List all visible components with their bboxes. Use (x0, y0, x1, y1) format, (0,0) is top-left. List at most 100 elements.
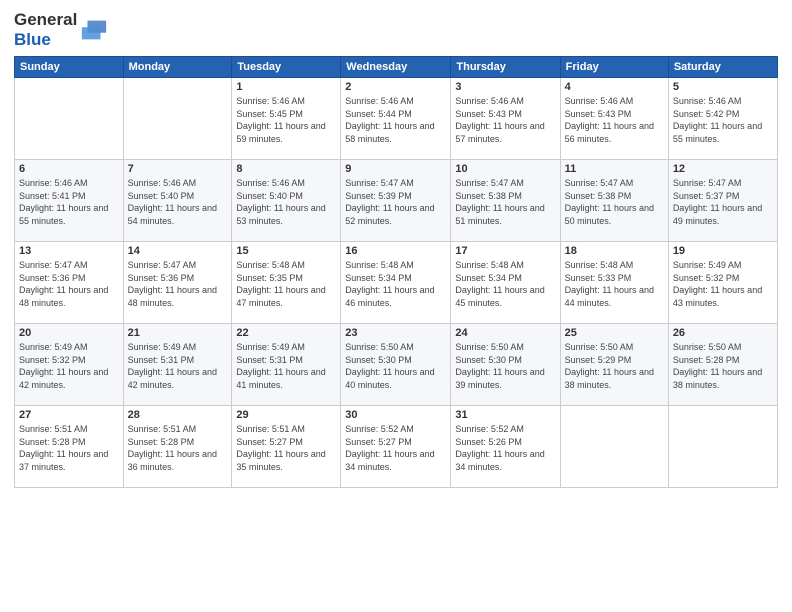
day-detail: Sunrise: 5:49 AM Sunset: 5:32 PM Dayligh… (673, 259, 773, 309)
calendar-cell: 20 Sunrise: 5:49 AM Sunset: 5:32 PM Dayli… (15, 324, 124, 406)
calendar-cell (15, 78, 124, 160)
calendar-cell: 21 Sunrise: 5:49 AM Sunset: 5:31 PM Dayli… (123, 324, 232, 406)
day-detail: Sunrise: 5:50 AM Sunset: 5:30 PM Dayligh… (455, 341, 555, 391)
weekday-header-monday: Monday (123, 57, 232, 78)
header: General Blue (14, 10, 778, 50)
calendar-cell: 23Sunrise: 5:50 AM Sunset: 5:30 PM Dayli… (341, 324, 451, 406)
day-number: 14 (128, 245, 228, 257)
calendar-cell: 7 Sunrise: 5:46 AM Sunset: 5:40 PM Daylig… (123, 160, 232, 242)
calendar-cell: 14Sunrise: 5:47 AM Sunset: 5:36 PM Dayli… (123, 242, 232, 324)
day-detail: Sunrise: 5:51 AM Sunset: 5:27 PM Dayligh… (236, 423, 336, 473)
calendar-cell: 13 Sunrise: 5:47 AM Sunset: 5:36 PM Dayli… (15, 242, 124, 324)
calendar-cell: 10 Sunrise: 5:47 AM Sunset: 5:38 PM Dayli… (451, 160, 560, 242)
day-number: 29 (236, 409, 336, 421)
calendar-cell: 1Sunrise: 5:46 AM Sunset: 5:45 PM Daylig… (232, 78, 341, 160)
weekday-header-row: SundayMondayTuesdayWednesdayThursdayFrid… (15, 57, 778, 78)
day-detail: Sunrise: 5:46 AM Sunset: 5:44 PM Dayligh… (345, 95, 446, 145)
day-number: 6 (19, 163, 119, 175)
week-row-5: 27 Sunrise: 5:51 AM Sunset: 5:28 PM Dayli… (15, 406, 778, 488)
calendar-cell: 28 Sunrise: 5:51 AM Sunset: 5:28 PM Dayli… (123, 406, 232, 488)
calendar-cell (560, 406, 668, 488)
calendar-cell: 25Sunrise: 5:50 AM Sunset: 5:29 PM Dayli… (560, 324, 668, 406)
day-detail: Sunrise: 5:48 AM Sunset: 5:33 PM Dayligh… (565, 259, 664, 309)
day-detail: Sunrise: 5:48 AM Sunset: 5:34 PM Dayligh… (455, 259, 555, 309)
day-number: 15 (236, 245, 336, 257)
day-number: 8 (236, 163, 336, 175)
week-row-2: 6 Sunrise: 5:46 AM Sunset: 5:41 PM Daylig… (15, 160, 778, 242)
day-detail: Sunrise: 5:49 AM Sunset: 5:32 PM Dayligh… (19, 341, 119, 391)
day-number: 28 (128, 409, 228, 421)
day-number: 21 (128, 327, 228, 339)
calendar-cell: 5 Sunrise: 5:46 AM Sunset: 5:42 PM Daylig… (668, 78, 777, 160)
day-detail: Sunrise: 5:46 AM Sunset: 5:42 PM Dayligh… (673, 95, 773, 145)
day-number: 22 (236, 327, 336, 339)
calendar-cell: 16 Sunrise: 5:48 AM Sunset: 5:34 PM Dayli… (341, 242, 451, 324)
day-detail: Sunrise: 5:50 AM Sunset: 5:30 PM Dayligh… (345, 341, 446, 391)
calendar-cell: 17 Sunrise: 5:48 AM Sunset: 5:34 PM Dayli… (451, 242, 560, 324)
day-number: 9 (345, 163, 446, 175)
day-number: 27 (19, 409, 119, 421)
day-detail: Sunrise: 5:48 AM Sunset: 5:35 PM Dayligh… (236, 259, 336, 309)
logo-icon (80, 16, 108, 44)
day-number: 2 (345, 81, 446, 93)
day-number: 20 (19, 327, 119, 339)
day-number: 5 (673, 81, 773, 93)
weekday-header-sunday: Sunday (15, 57, 124, 78)
calendar-cell: 9 Sunrise: 5:47 AM Sunset: 5:39 PM Daylig… (341, 160, 451, 242)
calendar-cell: 26 Sunrise: 5:50 AM Sunset: 5:28 PM Dayli… (668, 324, 777, 406)
calendar-cell: 19Sunrise: 5:49 AM Sunset: 5:32 PM Dayli… (668, 242, 777, 324)
calendar-cell: 8 Sunrise: 5:46 AM Sunset: 5:40 PM Daylig… (232, 160, 341, 242)
calendar-cell: 3 Sunrise: 5:46 AM Sunset: 5:43 PM Daylig… (451, 78, 560, 160)
weekday-header-wednesday: Wednesday (341, 57, 451, 78)
day-number: 16 (345, 245, 446, 257)
day-detail: Sunrise: 5:46 AM Sunset: 5:41 PM Dayligh… (19, 177, 119, 227)
day-detail: Sunrise: 5:52 AM Sunset: 5:27 PM Dayligh… (345, 423, 446, 473)
day-number: 7 (128, 163, 228, 175)
day-detail: Sunrise: 5:51 AM Sunset: 5:28 PM Dayligh… (128, 423, 228, 473)
day-number: 10 (455, 163, 555, 175)
day-detail: Sunrise: 5:47 AM Sunset: 5:39 PM Dayligh… (345, 177, 446, 227)
calendar-cell: 12 Sunrise: 5:47 AM Sunset: 5:37 PM Dayli… (668, 160, 777, 242)
weekday-header-tuesday: Tuesday (232, 57, 341, 78)
week-row-3: 13 Sunrise: 5:47 AM Sunset: 5:36 PM Dayli… (15, 242, 778, 324)
calendar-cell: 30 Sunrise: 5:52 AM Sunset: 5:27 PM Dayli… (341, 406, 451, 488)
day-number: 1 (236, 81, 336, 93)
calendar-cell (123, 78, 232, 160)
calendar-cell: 18Sunrise: 5:48 AM Sunset: 5:33 PM Dayli… (560, 242, 668, 324)
weekday-header-saturday: Saturday (668, 57, 777, 78)
calendar-cell: 29 Sunrise: 5:51 AM Sunset: 5:27 PM Dayli… (232, 406, 341, 488)
calendar-table: SundayMondayTuesdayWednesdayThursdayFrid… (14, 56, 778, 488)
calendar-cell: 27Sunrise: 5:51 AM Sunset: 5:28 PM Dayli… (15, 406, 124, 488)
day-detail: Sunrise: 5:46 AM Sunset: 5:43 PM Dayligh… (455, 95, 555, 145)
day-detail: Sunrise: 5:46 AM Sunset: 5:40 PM Dayligh… (236, 177, 336, 227)
weekday-header-friday: Friday (560, 57, 668, 78)
day-detail: Sunrise: 5:50 AM Sunset: 5:28 PM Dayligh… (673, 341, 773, 391)
day-number: 13 (19, 245, 119, 257)
logo-general: General (14, 10, 77, 30)
day-number: 17 (455, 245, 555, 257)
logo: General Blue (14, 10, 108, 50)
calendar-cell: 11Sunrise: 5:47 AM Sunset: 5:38 PM Dayli… (560, 160, 668, 242)
calendar-cell: 2 Sunrise: 5:46 AM Sunset: 5:44 PM Daylig… (341, 78, 451, 160)
day-number: 4 (565, 81, 664, 93)
day-detail: Sunrise: 5:46 AM Sunset: 5:40 PM Dayligh… (128, 177, 228, 227)
day-number: 26 (673, 327, 773, 339)
calendar-cell: 6 Sunrise: 5:46 AM Sunset: 5:41 PM Daylig… (15, 160, 124, 242)
logo-blue: Blue (14, 30, 77, 50)
day-detail: Sunrise: 5:46 AM Sunset: 5:43 PM Dayligh… (565, 95, 664, 145)
day-detail: Sunrise: 5:47 AM Sunset: 5:36 PM Dayligh… (19, 259, 119, 309)
weekday-header-thursday: Thursday (451, 57, 560, 78)
day-detail: Sunrise: 5:47 AM Sunset: 5:38 PM Dayligh… (455, 177, 555, 227)
day-number: 24 (455, 327, 555, 339)
day-detail: Sunrise: 5:52 AM Sunset: 5:26 PM Dayligh… (455, 423, 555, 473)
calendar-cell (668, 406, 777, 488)
day-number: 30 (345, 409, 446, 421)
day-detail: Sunrise: 5:49 AM Sunset: 5:31 PM Dayligh… (128, 341, 228, 391)
day-number: 12 (673, 163, 773, 175)
day-detail: Sunrise: 5:47 AM Sunset: 5:37 PM Dayligh… (673, 177, 773, 227)
day-number: 3 (455, 81, 555, 93)
week-row-4: 20 Sunrise: 5:49 AM Sunset: 5:32 PM Dayli… (15, 324, 778, 406)
day-detail: Sunrise: 5:49 AM Sunset: 5:31 PM Dayligh… (236, 341, 336, 391)
day-detail: Sunrise: 5:48 AM Sunset: 5:34 PM Dayligh… (345, 259, 446, 309)
calendar-cell: 15 Sunrise: 5:48 AM Sunset: 5:35 PM Dayli… (232, 242, 341, 324)
